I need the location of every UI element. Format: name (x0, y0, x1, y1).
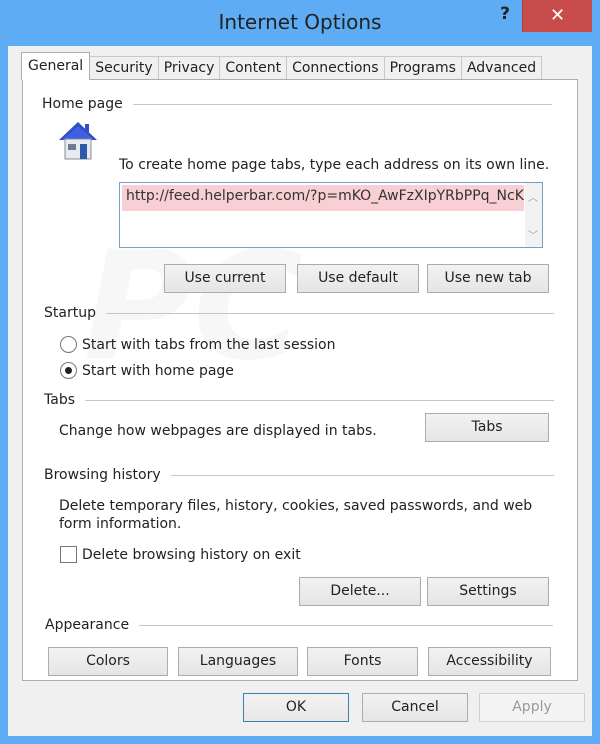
radio-home-page[interactable] (60, 362, 77, 379)
tab-security[interactable]: Security (89, 56, 159, 80)
history-settings-button[interactable]: Settings (427, 577, 549, 606)
browsing-history-group: Browsing history (44, 467, 554, 483)
languages-button[interactable]: Languages (178, 647, 298, 676)
use-current-button[interactable]: Use current (164, 264, 286, 293)
close-icon: ✕ (549, 5, 566, 26)
title-bar: Internet Options ? ✕ (0, 0, 600, 46)
tab-advanced[interactable]: Advanced (460, 56, 543, 80)
scroll-up-icon[interactable]: ︿ (528, 189, 538, 204)
tabs-group: Tabs (44, 392, 554, 408)
help-button[interactable]: ? (490, 4, 520, 30)
colors-button[interactable]: Colors (48, 647, 168, 676)
tab-privacy[interactable]: Privacy (157, 56, 221, 80)
home-page-legend: Home page (42, 96, 123, 112)
use-default-button[interactable]: Use default (297, 264, 419, 293)
use-new-tab-button[interactable]: Use new tab (427, 264, 549, 293)
url-scrollbar[interactable]: ︿ ﹀ (525, 183, 542, 247)
tab-connections[interactable]: Connections (286, 56, 385, 80)
appearance-legend: Appearance (45, 617, 130, 633)
accessibility-button[interactable]: Accessibility (428, 647, 551, 676)
ok-button[interactable]: OK (243, 693, 349, 722)
tab-general[interactable]: General (21, 52, 91, 80)
close-button[interactable]: ✕ (522, 0, 592, 32)
appearance-group: Appearance (45, 617, 553, 633)
browsing-history-description-2: form information. (59, 516, 182, 532)
tabs-settings-button[interactable]: Tabs (425, 413, 549, 442)
apply-button[interactable]: Apply (479, 693, 585, 722)
dialog-body: General Security Privacy Content Connect… (8, 46, 592, 736)
radio-last-session-label[interactable]: Start with tabs from the last session (82, 336, 335, 354)
fonts-button[interactable]: Fonts (307, 647, 418, 676)
radio-last-session[interactable] (60, 336, 77, 353)
home-page-instruction: To create home page tabs, type each addr… (119, 157, 550, 173)
delete-button[interactable]: Delete... (299, 577, 421, 606)
general-panel: PC Home page To create home page tabs, t… (22, 79, 578, 681)
startup-group: Startup (44, 305, 554, 321)
radio-selected-dot (65, 367, 72, 374)
home-page-url-input[interactable]: http://feed.helperbar.com/?p=mKO_AwFzXIp… (119, 182, 543, 248)
cancel-button[interactable]: Cancel (362, 693, 468, 722)
tab-programs[interactable]: Programs (383, 56, 462, 80)
delete-on-exit-checkbox[interactable] (60, 546, 77, 563)
house-icon (59, 122, 97, 160)
home-page-url-value: http://feed.helperbar.com/?p=mKO_AwFzXIp… (126, 188, 535, 204)
tabs-legend: Tabs (44, 392, 75, 408)
tabs-description: Change how webpages are displayed in tab… (59, 423, 377, 439)
scroll-down-icon[interactable]: ﹀ (528, 227, 538, 242)
browsing-history-legend: Browsing history (44, 467, 161, 483)
tab-content[interactable]: Content (219, 56, 288, 80)
radio-home-page-label[interactable]: Start with home page (82, 362, 234, 380)
startup-legend: Startup (44, 305, 96, 321)
delete-on-exit-label[interactable]: Delete browsing history on exit (82, 546, 301, 564)
home-page-group: Home page (42, 96, 552, 112)
browsing-history-description-1: Delete temporary files, history, cookies… (59, 498, 533, 514)
tab-strip: General Security Privacy Content Connect… (21, 52, 543, 80)
